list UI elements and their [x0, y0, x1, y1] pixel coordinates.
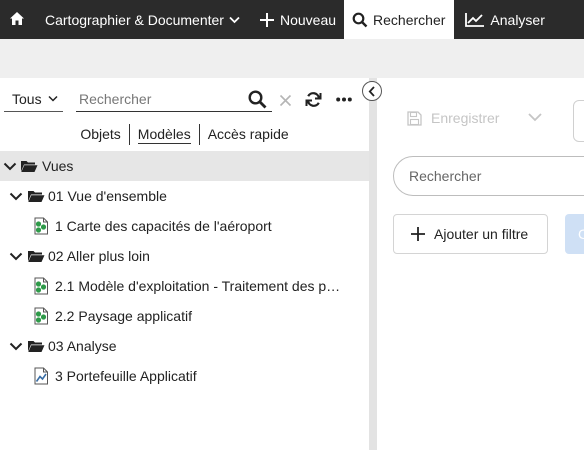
tree-folder-row[interactable]: 03 Analyse: [0, 331, 369, 361]
tree-root-vues[interactable]: Vues: [0, 151, 369, 181]
add-filter-label: Ajouter un filtre: [434, 226, 529, 242]
collapse-panel-button[interactable]: [362, 81, 382, 101]
scope-value: Tous: [12, 90, 42, 107]
folder-open-icon: [27, 249, 45, 263]
tree-model-item[interactable]: 2.1 Modèle d'exploitation - Traitement d…: [0, 271, 369, 301]
tab-objets[interactable]: Objets: [72, 124, 128, 145]
model-icon: [33, 307, 49, 325]
chevron-down-icon[interactable]: [527, 112, 543, 122]
nav-cartographier-label: Cartographier & Documenter: [45, 11, 224, 28]
chevron-left-icon: [368, 85, 376, 97]
search-icon: [352, 12, 368, 28]
nav-analyser-label: Analyser: [490, 11, 545, 28]
tree-folder-row[interactable]: 02 Aller plus loin: [0, 241, 369, 271]
secondary-toolbar: [0, 39, 584, 78]
chevron-down-icon: [48, 95, 58, 102]
tab-acces-rapide[interactable]: Accès rapide: [198, 123, 297, 145]
nav-nouveau[interactable]: Nouveau: [248, 0, 344, 39]
tree-folder-label: 02 Aller plus loin: [48, 248, 150, 264]
plus-icon: [410, 226, 426, 242]
save-button[interactable]: Enregistrer: [407, 110, 499, 126]
model-tree: Vues 01 Vue d'ensemble 1 Carte des capac…: [0, 151, 369, 391]
tab-acces-rapide-label: Accès rapide: [207, 125, 289, 142]
chevron-down-icon[interactable]: [9, 252, 23, 261]
folder-open-icon: [27, 189, 45, 203]
home-button[interactable]: [0, 0, 33, 39]
chart-line-icon: [465, 12, 485, 27]
tree-folder-label: 01 Vue d'ensemble: [48, 188, 167, 204]
search-icon[interactable]: [248, 90, 267, 109]
nav-rechercher[interactable]: Rechercher: [344, 0, 455, 39]
chevron-down-icon[interactable]: [9, 342, 23, 351]
primary-action-button[interactable]: C: [565, 214, 584, 254]
plus-icon: [259, 12, 275, 28]
panel-tabs: Objets Modèles Accès rapide: [0, 120, 369, 148]
tree-model-item[interactable]: 2.2 Paysage applicatif: [0, 301, 369, 331]
folder-open-icon: [27, 339, 45, 353]
tree-item-label: 2.2 Paysage applicatif: [55, 308, 192, 324]
tree-folder-row[interactable]: 01 Vue d'ensemble: [0, 181, 369, 211]
search-results-panel: Enregistrer Ajouter un filtre C: [377, 78, 584, 450]
top-navigation-bar: Cartographier & Documenter Nouveau Reche…: [0, 0, 584, 39]
tree-item-label: 3 Portefeuille Applicatif: [55, 368, 197, 384]
chevron-down-icon[interactable]: [3, 162, 17, 171]
save-label: Enregistrer: [431, 110, 500, 126]
tree-model-item[interactable]: 1 Carte des capacités de l'aéroport: [0, 211, 369, 241]
chevron-down-icon[interactable]: [9, 192, 23, 201]
tab-modeles-label: Modèles: [137, 125, 191, 144]
model-icon: [33, 277, 49, 295]
models-panel: Tous Objets Modèles Accès rapide: [0, 78, 369, 450]
partially-visible-control[interactable]: [573, 100, 584, 142]
model-icon: [33, 217, 49, 235]
refresh-icon[interactable]: [305, 91, 322, 108]
nav-nouveau-label: Nouveau: [279, 11, 337, 28]
folder-open-icon: [20, 159, 38, 173]
tab-objets-label: Objets: [80, 125, 121, 142]
more-options-icon[interactable]: [336, 97, 352, 102]
panel-search-input[interactable]: [76, 86, 272, 112]
chart-icon: [33, 367, 49, 385]
tab-modeles[interactable]: Modèles: [128, 123, 199, 145]
chevron-down-icon: [229, 16, 240, 24]
nav-rechercher-label: Rechercher: [373, 11, 446, 28]
nav-analyser[interactable]: Analyser: [454, 0, 552, 39]
search-input[interactable]: [393, 156, 584, 196]
nav-cartographier-documenter[interactable]: Cartographier & Documenter: [33, 0, 248, 39]
tree-item-label: 2.1 Modèle d'exploitation - Traitement d…: [55, 278, 345, 294]
tree-root-label: Vues: [42, 158, 74, 174]
primary-action-label: C: [578, 226, 584, 242]
tree-chart-item[interactable]: 3 Portefeuille Applicatif: [0, 361, 369, 391]
add-filter-button[interactable]: Ajouter un filtre: [393, 214, 548, 254]
panel-search-row: Tous: [0, 84, 369, 114]
scope-dropdown[interactable]: Tous: [4, 86, 63, 112]
panel-splitter[interactable]: [369, 78, 377, 450]
clear-icon[interactable]: [279, 94, 292, 107]
save-icon: [407, 110, 422, 126]
home-icon: [9, 11, 25, 29]
tree-item-label: 1 Carte des capacités de l'aéroport: [55, 218, 272, 234]
tree-folder-label: 03 Analyse: [48, 338, 117, 354]
